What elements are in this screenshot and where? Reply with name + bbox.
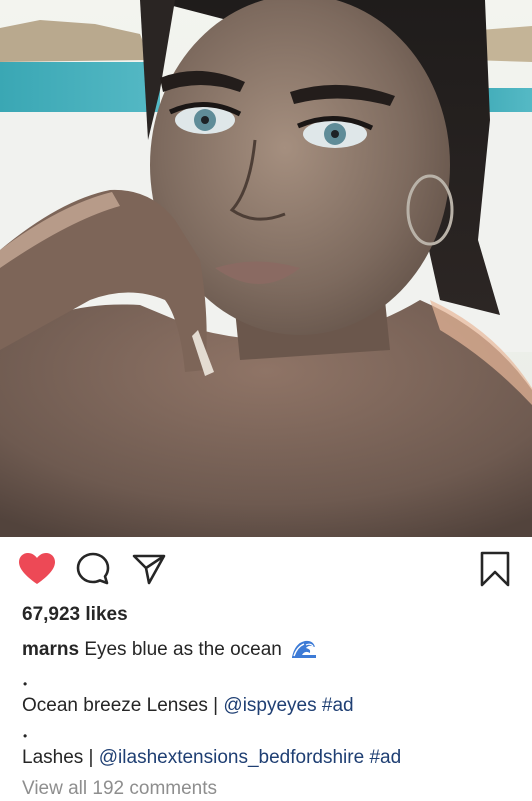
paper-plane-icon bbox=[132, 554, 166, 585]
caption-bullet: • bbox=[23, 677, 28, 691]
comment-icon bbox=[76, 552, 110, 585]
caption: marns Eyes blue as the ocean bbox=[22, 637, 522, 666]
caption-username[interactable]: marns bbox=[22, 639, 79, 660]
caption-line-lenses: Ocean breeze Lenses | @ispyeyes #ad bbox=[22, 693, 522, 718]
caption-line-lashes: Lashes | @ilashextensions_bedfordshire #… bbox=[22, 745, 522, 770]
caption-text: Eyes blue as the ocean bbox=[84, 639, 282, 660]
lashes-text: Lashes | bbox=[22, 747, 99, 768]
selfie-photo-illustration bbox=[0, 0, 532, 537]
post-photo[interactable] bbox=[0, 0, 532, 537]
action-bar bbox=[0, 549, 532, 593]
share-button[interactable] bbox=[129, 549, 169, 589]
lenses-text: Ocean breeze Lenses | bbox=[22, 695, 224, 716]
instagram-post: 67,923 likes marns Eyes blue as the ocea… bbox=[0, 0, 532, 800]
likes-count[interactable]: 67,923 likes bbox=[22, 602, 522, 627]
mention-link-ilashextensions[interactable]: @ilashextensions_bedfordshire bbox=[99, 747, 364, 768]
caption-bullet: • bbox=[23, 729, 28, 743]
water-wave-emoji-icon bbox=[291, 637, 318, 666]
hashtag-link-ad[interactable]: #ad bbox=[322, 695, 354, 716]
post-meta: 67,923 likes marns Eyes blue as the ocea… bbox=[22, 602, 522, 801]
hashtag-link-ad[interactable]: #ad bbox=[369, 747, 401, 768]
bookmark-icon bbox=[480, 551, 510, 587]
like-button[interactable] bbox=[17, 549, 57, 589]
view-all-comments-link[interactable]: View all 192 comments bbox=[22, 776, 522, 801]
mention-link-ispyeyes[interactable]: @ispyeyes bbox=[223, 695, 316, 716]
save-button[interactable] bbox=[475, 549, 515, 589]
heart-icon bbox=[19, 553, 55, 584]
comment-button[interactable] bbox=[73, 549, 113, 589]
